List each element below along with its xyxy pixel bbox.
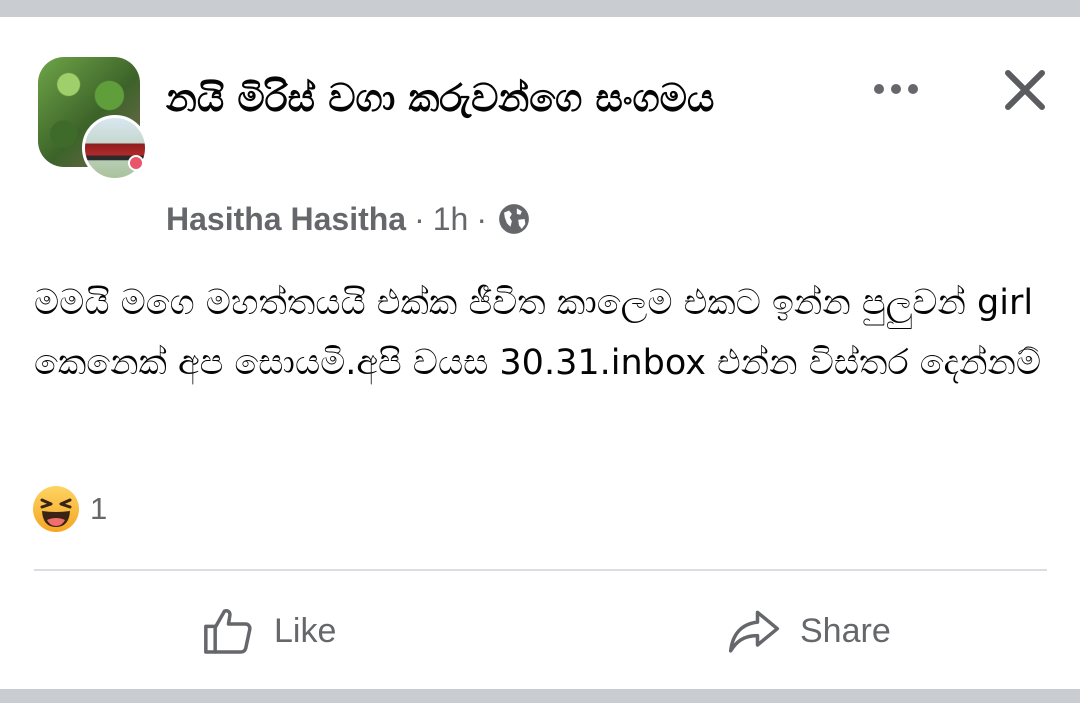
more-options-button[interactable] — [866, 67, 926, 111]
divider — [34, 569, 1047, 571]
group-avatar[interactable] — [38, 57, 150, 181]
reaction-summary[interactable]: 1 — [32, 485, 107, 533]
close-icon — [1005, 70, 1045, 110]
globe-icon[interactable] — [497, 202, 531, 236]
share-button[interactable]: Share — [726, 597, 891, 665]
more-options-icon — [874, 84, 918, 94]
meta-separator: · — [414, 200, 425, 237]
status-dot — [128, 155, 144, 171]
post-body-text: මමයි මගෙ මහත්තයයි එක්ක ජීවිත කාලෙම එකට ඉ… — [34, 283, 1042, 383]
reaction-count: 1 — [90, 491, 108, 526]
share-label: Share — [800, 611, 891, 650]
thumbs-up-icon — [204, 609, 252, 654]
post-time-link[interactable]: 1h — [433, 201, 469, 238]
share-arrow-icon — [728, 610, 780, 653]
like-button[interactable]: Like — [200, 597, 336, 665]
post-card: නයි මිරිස් වගා කරුවන්ගෙ සංගමය Hasitha Ha… — [0, 17, 1080, 689]
author-avatar — [82, 115, 148, 181]
post-meta: Hasitha Hasitha · 1h · — [166, 195, 531, 243]
close-button[interactable] — [996, 61, 1054, 119]
group-name-link[interactable]: නයි මිරිස් වගා කරුවන්ගෙ සංගමය — [166, 67, 806, 129]
meta-separator: · — [476, 200, 487, 237]
haha-emoji-icon — [33, 486, 79, 532]
like-label: Like — [274, 611, 337, 650]
author-name-link[interactable]: Hasitha Hasitha — [166, 201, 406, 238]
